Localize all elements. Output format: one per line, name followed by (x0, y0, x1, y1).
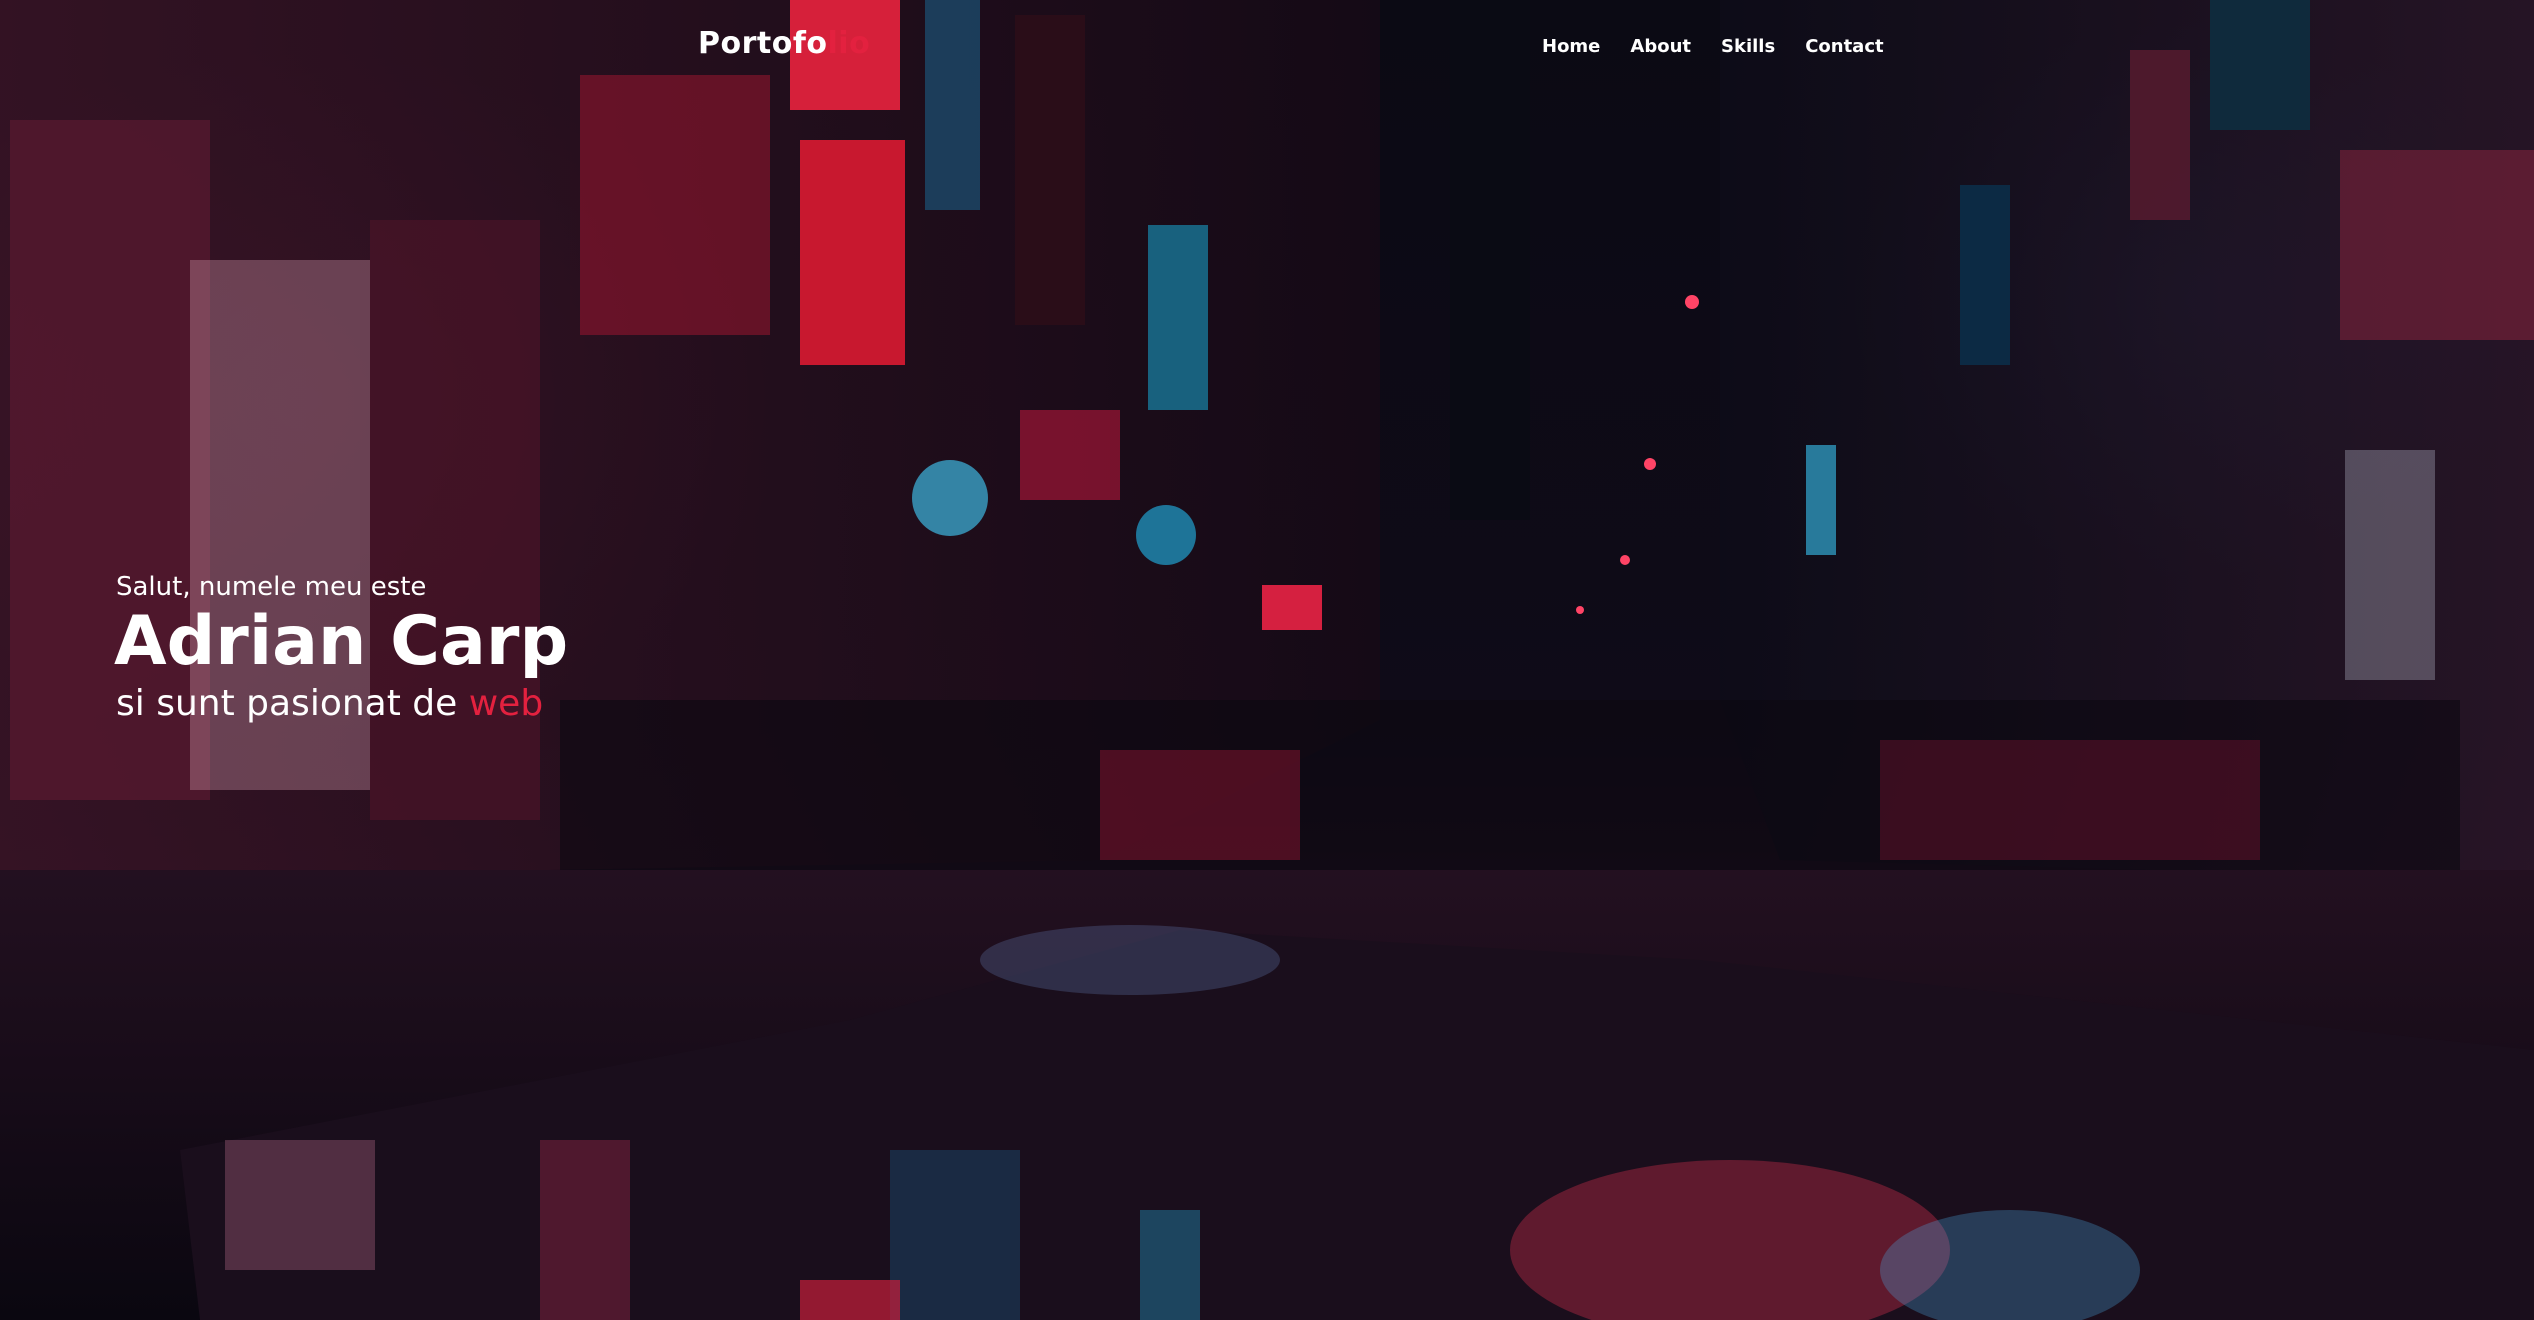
hero-greeting: Salut, numele meu este (116, 572, 427, 602)
hero-intro: Salut, numele meu este Adrian Carp si su… (114, 572, 569, 724)
nav-link-contact[interactable]: Contact (1805, 36, 1883, 57)
tagline-accent: web (468, 683, 544, 725)
nav-link-about[interactable]: About (1630, 36, 1691, 57)
nav-link-home[interactable]: Home (1542, 36, 1600, 57)
nav-item-skills: Skills (1721, 36, 1775, 57)
nav-item-contact: Contact (1805, 36, 1883, 57)
nav-item-about: About (1630, 36, 1691, 57)
brand-logo[interactable]: Portofolio (698, 26, 870, 61)
nav-menu: Home About Skills Contact (1542, 36, 1884, 57)
brand-text: Portofo (698, 26, 828, 61)
hero-tagline: si sunt pasionat de web (116, 683, 568, 724)
nav-link-skills[interactable]: Skills (1721, 36, 1775, 57)
nav-item-home: Home (1542, 36, 1600, 57)
brand-accent-text: lio (827, 26, 871, 61)
hero-name: Adrian Carp (114, 602, 569, 681)
navbar: Portofolio Home About Skills Contact (0, 0, 2534, 98)
tagline-prefix: si sunt pasionat de (116, 683, 469, 725)
hero-section: Portofolio Home About Skills Contact Sal… (0, 0, 2534, 1320)
